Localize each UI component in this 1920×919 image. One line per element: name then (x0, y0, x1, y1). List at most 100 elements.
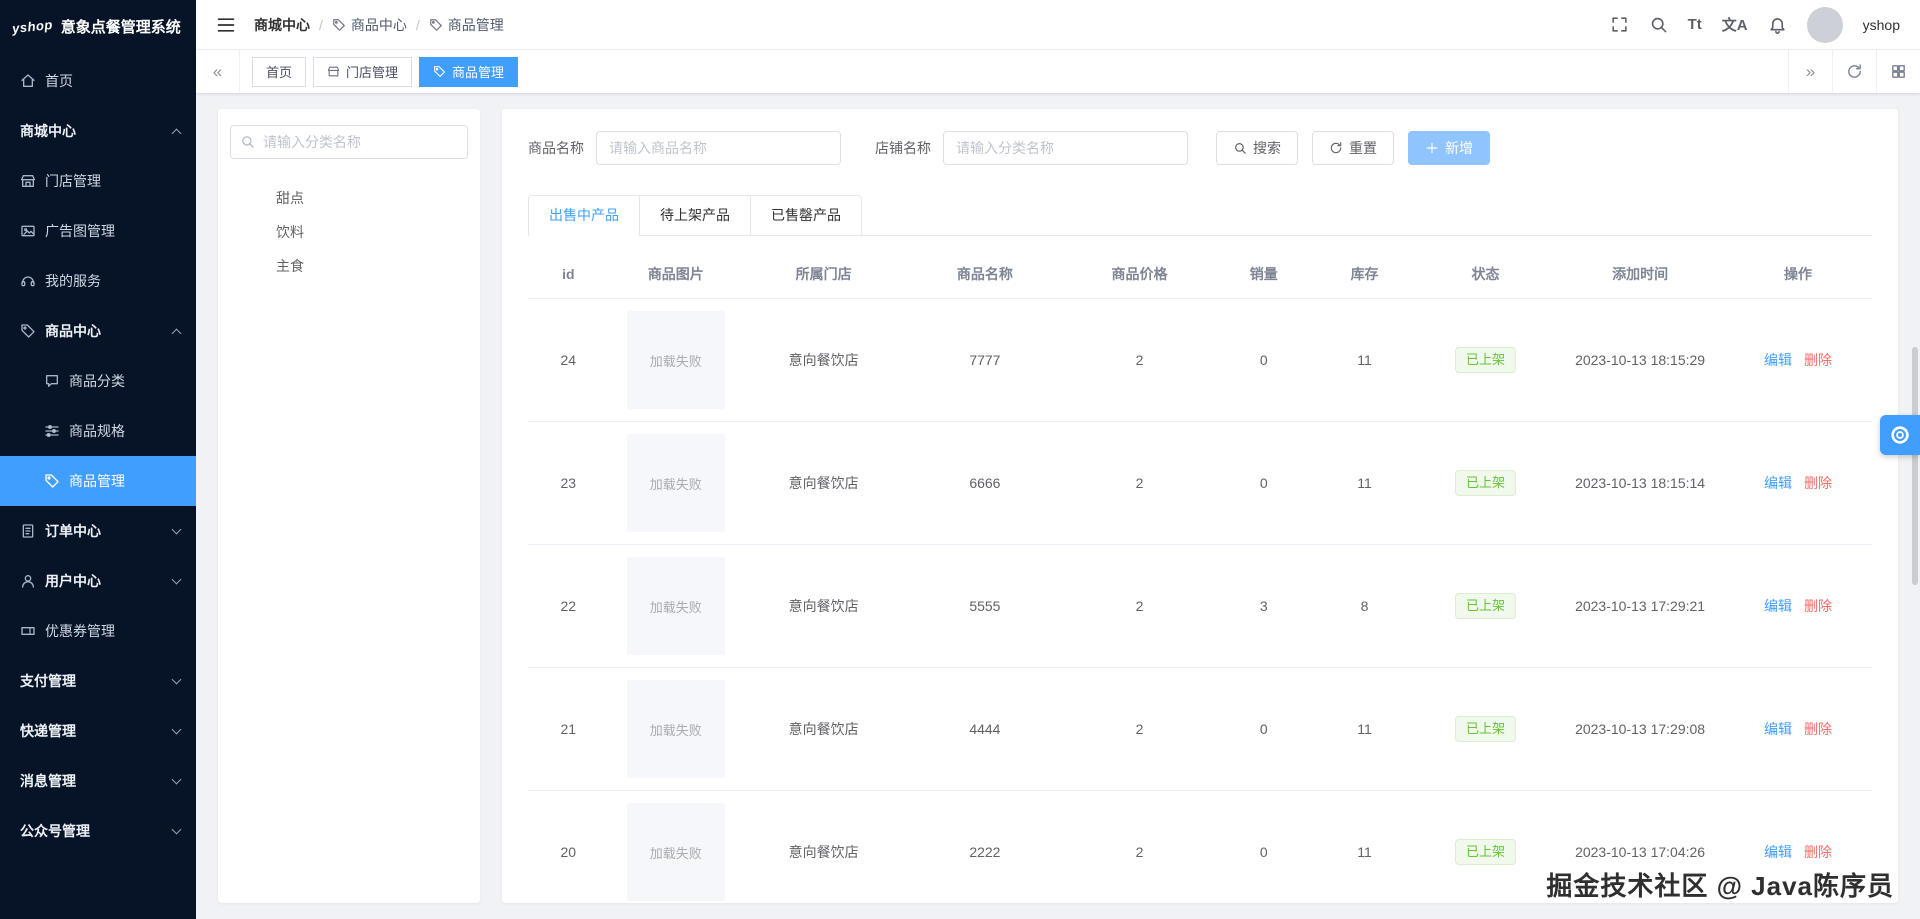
sidebar-item-ad-image-management[interactable]: 广告图管理 (0, 206, 196, 256)
delete-link[interactable]: 删除 (1804, 352, 1832, 368)
sidebar-item-label: 商品规格 (69, 423, 125, 439)
logo-mark: yshop (11, 16, 54, 36)
product-name-input[interactable] (596, 131, 841, 165)
delete-link[interactable]: 删除 (1804, 844, 1832, 860)
category-search-input[interactable] (230, 125, 468, 159)
sidebar-item-label: 门店管理 (45, 173, 101, 189)
sidebar-group-official-account-management[interactable]: 公众号管理 (0, 806, 196, 856)
cell-time: 2023-10-13 17:29:21 (1556, 544, 1725, 668)
sidebar-item-product-spec[interactable]: 商品规格 (0, 406, 196, 456)
category-item-drinks[interactable]: 饮料 (230, 215, 468, 249)
service-icon (21, 276, 35, 287)
cell-ops: 编辑 删除 (1724, 298, 1872, 422)
add-button-label: 新增 (1445, 140, 1473, 156)
column-price: 商品价格 (1111, 266, 1168, 282)
sidebar-group-user-center[interactable]: 用户中心 (0, 556, 196, 606)
table-row: 22 加载失败 意向餐饮店 5555 2 3 8 已上架 2023-10-13 … (528, 544, 1872, 668)
product-table: id 商品图片 所属门店 商品名称 商品价格 销量 库存 状态 添加时间 操作 (528, 248, 1872, 903)
sidebar-group-product-center[interactable]: 商品中心 (0, 306, 196, 356)
tab-home[interactable]: 首页 (252, 56, 307, 87)
breadcrumb-item[interactable]: 商品管理 (429, 15, 504, 35)
sidebar-item-product-category[interactable]: 商品分类 (0, 356, 196, 406)
vertical-scrollbar-thumb[interactable] (1912, 347, 1918, 585)
cell-sales: 0 (1213, 421, 1315, 545)
cell-sales: 3 (1213, 544, 1315, 668)
reset-button[interactable]: 重置 (1312, 131, 1394, 165)
delete-link[interactable]: 删除 (1804, 598, 1832, 614)
sidebar-menu: 首页 商城中心 门店管理 广告图管理 我的服务 商品中心 商品分类 商品规格 商… (0, 52, 196, 856)
cell-price: 2 (1065, 667, 1214, 791)
sidebar-group-payment-management[interactable]: 支付管理 (0, 656, 196, 706)
delete-link[interactable]: 删除 (1804, 475, 1832, 491)
category-item-dessert[interactable]: 甜点 (230, 181, 468, 215)
breadcrumb-item[interactable]: 商城中心 (254, 15, 310, 35)
sidebar-item-label: 订单中心 (45, 523, 101, 539)
column-ops: 操作 (1784, 266, 1813, 282)
sidebar-item-my-services[interactable]: 我的服务 (0, 256, 196, 306)
fullscreen-icon[interactable] (1610, 15, 1629, 34)
edit-link[interactable]: 编辑 (1764, 598, 1792, 614)
sidebar-group-order-center[interactable]: 订单中心 (0, 506, 196, 556)
sidebar-item-coupon-management[interactable]: 优惠券管理 (0, 606, 196, 656)
cell-name: 5555 (904, 544, 1066, 668)
avatar[interactable] (1806, 6, 1843, 43)
tab-store-management[interactable]: 门店管理 (313, 56, 413, 87)
tab-product-management[interactable]: 商品管理 (419, 56, 519, 87)
cell-sales: 0 (1213, 790, 1315, 903)
table-header-row: id 商品图片 所属门店 商品名称 商品价格 销量 库存 状态 添加时间 操作 (528, 248, 1872, 299)
sidebar-group-message-management[interactable]: 消息管理 (0, 756, 196, 806)
sidebar-item-label: 消息管理 (20, 773, 76, 789)
cell-price: 2 (1065, 298, 1214, 422)
breadcrumb-separator: / (319, 16, 323, 33)
tags-view-bar: « 首页 门店管理 商品管理 » (196, 50, 1920, 93)
chat-icon (46, 375, 58, 387)
tags-scroll-left-button[interactable]: « (196, 50, 240, 93)
cell-id: 21 (528, 667, 609, 791)
sidebar-item-label: 用户中心 (45, 573, 101, 589)
main-column: 商城中心 / 商品中心 / 商品管理 Tt 文A yshop « 首页 门店管理… (196, 0, 1920, 919)
edit-link[interactable]: 编辑 (1764, 721, 1792, 737)
sidebar-group-express-management[interactable]: 快递管理 (0, 706, 196, 756)
search-button[interactable]: 搜索 (1216, 131, 1298, 165)
price-tag-icon (21, 324, 35, 338)
refresh-button[interactable] (1832, 50, 1876, 93)
bell-icon[interactable] (1768, 15, 1787, 34)
store-name-input[interactable] (943, 131, 1188, 165)
settings-gear-button[interactable] (1880, 415, 1920, 455)
category-list: 甜点 饮料 主食 (230, 181, 468, 283)
home-icon (21, 74, 35, 87)
refresh-icon (1330, 142, 1342, 154)
add-button[interactable]: 新增 (1408, 131, 1490, 165)
edit-link[interactable]: 编辑 (1764, 844, 1792, 860)
sidebar-item-label: 商城中心 (20, 123, 76, 139)
column-sales: 销量 (1249, 266, 1278, 282)
status-badge: 已上架 (1455, 716, 1517, 742)
breadcrumb-item[interactable]: 商品中心 (332, 15, 407, 35)
cell-status: 已上架 (1414, 667, 1557, 791)
delete-link[interactable]: 删除 (1804, 721, 1832, 737)
search-icon[interactable] (1649, 15, 1668, 34)
cell-image: 加载失败 (608, 544, 744, 668)
sidebar-item-store-management[interactable]: 门店管理 (0, 156, 196, 206)
sidebar-item-product-management[interactable]: 商品管理 (0, 456, 196, 506)
cell-ops: 编辑 删除 (1724, 667, 1872, 791)
cell-sales: 0 (1213, 298, 1315, 422)
tags-menu-button[interactable] (1876, 50, 1920, 93)
tab-on-sale-products[interactable]: 出售中产品 (528, 195, 640, 236)
edit-link[interactable]: 编辑 (1764, 352, 1792, 368)
hamburger-menu-icon[interactable] (216, 15, 236, 35)
tab-pending-products[interactable]: 待上架产品 (639, 195, 751, 235)
sidebar-group-mall-center[interactable]: 商城中心 (0, 106, 196, 156)
tab-label: 商品管理 (452, 65, 505, 80)
text-size-icon[interactable]: Tt (1688, 16, 1702, 33)
cell-stock: 11 (1314, 298, 1415, 422)
translate-icon[interactable]: 文A (1722, 14, 1748, 35)
cell-stock: 11 (1314, 667, 1415, 791)
tags-scroll-right-button[interactable]: » (1788, 50, 1832, 93)
cell-id: 22 (528, 544, 609, 668)
edit-link[interactable]: 编辑 (1764, 475, 1792, 491)
category-item-staple[interactable]: 主食 (230, 249, 468, 283)
sidebar-item-home[interactable]: 首页 (0, 56, 196, 106)
tag-icon (434, 66, 445, 77)
tab-sold-out-products[interactable]: 已售罄产品 (750, 195, 862, 235)
